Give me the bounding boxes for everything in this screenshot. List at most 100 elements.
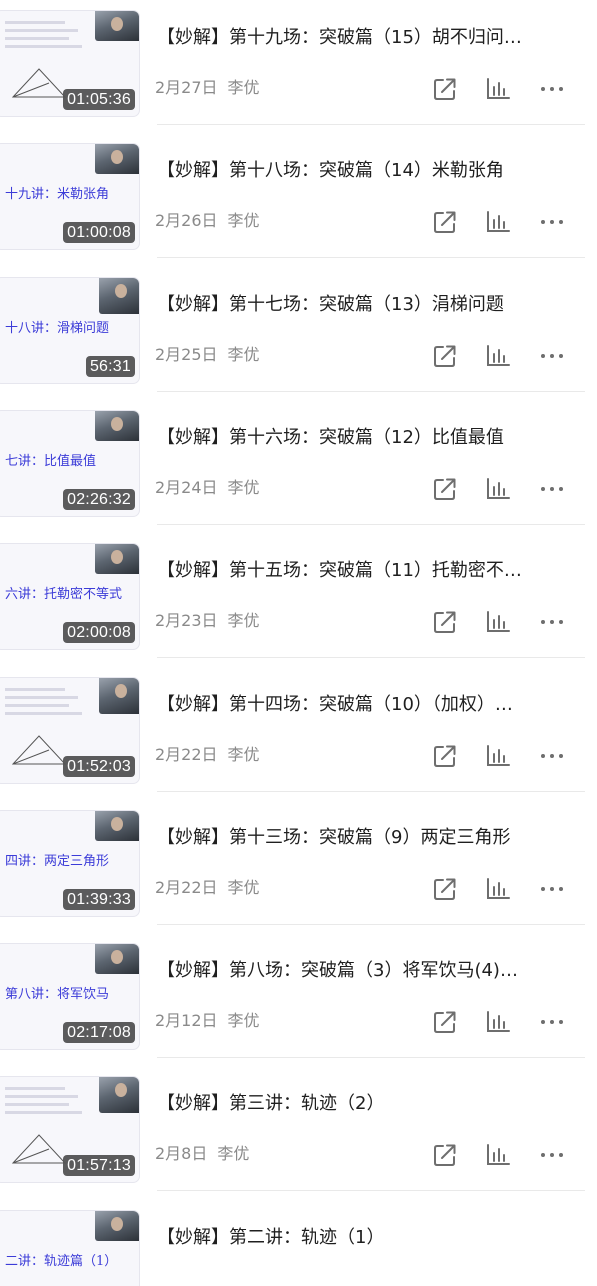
share-external-icon bbox=[434, 1144, 456, 1167]
stats-button[interactable] bbox=[485, 1009, 511, 1035]
video-item[interactable]: 七讲：比值最值 02:26:32 【妙解】第十六场：突破篇（12）比值最值 2月… bbox=[0, 392, 597, 525]
stats-button[interactable] bbox=[485, 76, 511, 102]
more-button[interactable] bbox=[539, 1009, 565, 1035]
video-thumbnail[interactable]: 01:05:36 bbox=[0, 10, 140, 117]
video-item[interactable]: 四讲：两定三角形 01:39:33 【妙解】第十三场：突破篇（9）两定三角形 2… bbox=[0, 792, 597, 925]
bar-chart-icon bbox=[487, 1011, 510, 1033]
author-name: 李优 bbox=[227, 211, 260, 231]
share-button[interactable] bbox=[432, 1009, 458, 1035]
more-button[interactable] bbox=[539, 1142, 565, 1168]
bar-chart-icon bbox=[487, 1144, 510, 1166]
share-button[interactable] bbox=[432, 343, 458, 369]
video-meta: 2月25日 李优 bbox=[155, 344, 260, 366]
video-meta: 2月24日 李优 bbox=[155, 477, 260, 499]
more-dots-icon bbox=[541, 353, 563, 358]
more-button[interactable] bbox=[539, 743, 565, 769]
share-button[interactable] bbox=[432, 209, 458, 235]
bar-chart-icon bbox=[487, 78, 510, 99]
video-item[interactable]: 二讲：轨迹篇（1） 【妙解】第二讲：轨迹（1） bbox=[0, 1192, 597, 1286]
share-external-icon bbox=[434, 211, 456, 234]
upload-date: 2月26日 bbox=[155, 211, 218, 231]
duration-badge: 56:31 bbox=[85, 355, 135, 377]
video-item[interactable]: 01:57:13 【妙解】第三讲：轨迹（2） 2月8日 李优 bbox=[0, 1058, 597, 1192]
video-meta: 2月12日 李优 bbox=[155, 1010, 260, 1032]
share-button[interactable] bbox=[432, 476, 458, 502]
more-button[interactable] bbox=[539, 476, 565, 502]
more-dots-icon bbox=[541, 220, 563, 225]
share-button[interactable] bbox=[432, 743, 458, 769]
geometry-diagram-icon bbox=[11, 734, 67, 764]
video-thumbnail[interactable]: 六讲：托勒密不等式 02:00:08 bbox=[0, 543, 140, 651]
more-button[interactable] bbox=[539, 209, 565, 235]
more-button[interactable] bbox=[539, 876, 565, 902]
share-button[interactable] bbox=[432, 1142, 458, 1168]
more-button[interactable] bbox=[539, 76, 565, 102]
video-meta: 2月26日 李优 bbox=[155, 210, 260, 232]
share-button[interactable] bbox=[432, 876, 458, 902]
upload-date: 2月24日 bbox=[155, 477, 218, 497]
video-item[interactable]: 01:52:03 【妙解】第十四场：突破篇（10）（加权）… 2月22日 李优 bbox=[0, 659, 597, 792]
more-button[interactable] bbox=[539, 343, 565, 369]
stats-button[interactable] bbox=[485, 476, 511, 502]
upload-date: 2月25日 bbox=[155, 344, 218, 364]
video-list: 01:05:36 【妙解】第十九场：突破篇（15）胡不归问… 2月27日李优 bbox=[0, 0, 597, 1286]
video-thumbnail[interactable]: 二讲：轨迹篇（1） bbox=[0, 1209, 140, 1286]
video-title[interactable]: 【妙解】第十九场：突破篇（15）胡不归问… bbox=[157, 25, 577, 51]
upload-date: 2月27日 bbox=[155, 78, 218, 97]
presenter-camera-inset bbox=[95, 544, 139, 575]
more-dots-icon bbox=[541, 620, 563, 625]
video-item[interactable]: 十九讲：米勒张角 01:00:08 【妙解】第十八场：突破篇（14）米勒张角 2… bbox=[0, 125, 597, 259]
video-thumbnail[interactable]: 十八讲：滑梯问题 56:31 bbox=[0, 276, 140, 384]
thumbnail-slide-text: 六讲：托勒密不等式 bbox=[5, 587, 123, 603]
video-title[interactable]: 【妙解】第二讲：轨迹（1） bbox=[157, 1225, 577, 1251]
video-title[interactable]: 【妙解】第十四场：突破篇（10）（加权）… bbox=[157, 692, 577, 718]
stats-button[interactable] bbox=[485, 343, 511, 369]
video-thumbnail[interactable]: 七讲：比值最值 02:26:32 bbox=[0, 409, 140, 517]
video-meta: 2月8日 李优 bbox=[155, 1143, 249, 1165]
stats-button[interactable] bbox=[485, 209, 511, 235]
more-button[interactable] bbox=[539, 609, 565, 635]
geometry-diagram-icon bbox=[11, 68, 67, 98]
video-item[interactable]: 第八讲：将军饮马 02:17:08 【妙解】第八场：突破篇（3）将军饮马(4)…… bbox=[0, 925, 597, 1059]
video-thumbnail[interactable]: 四讲：两定三角形 01:39:33 bbox=[0, 809, 140, 917]
video-title[interactable]: 【妙解】第十三场：突破篇（9）两定三角形 bbox=[157, 825, 577, 851]
bar-chart-icon bbox=[487, 477, 510, 499]
share-external-icon bbox=[434, 878, 456, 900]
stats-button[interactable] bbox=[485, 609, 511, 635]
thumbnail-slide-text: 第八讲：将军饮马 bbox=[5, 987, 110, 1003]
thumbnail-slide-lines bbox=[5, 1087, 87, 1119]
bar-chart-icon bbox=[487, 611, 510, 633]
stats-button[interactable] bbox=[485, 876, 511, 902]
video-title[interactable]: 【妙解】第三讲：轨迹（2） bbox=[157, 1091, 577, 1117]
video-thumbnail[interactable]: 十九讲：米勒张角 01:00:08 bbox=[0, 143, 140, 251]
video-title[interactable]: 【妙解】第十六场：突破篇（12）比值最值 bbox=[157, 425, 577, 451]
video-item[interactable]: 六讲：托勒密不等式 02:00:08 【妙解】第十五场：突破篇（11）托勒密不…… bbox=[0, 525, 597, 659]
share-button[interactable] bbox=[432, 609, 458, 635]
share-button[interactable] bbox=[432, 76, 458, 102]
author-name: 李优 bbox=[227, 744, 260, 764]
presenter-camera-inset bbox=[99, 677, 139, 714]
presenter-camera-inset bbox=[95, 944, 139, 975]
upload-date: 2月23日 bbox=[155, 611, 218, 631]
thumbnail-slide-lines bbox=[5, 687, 87, 720]
bar-chart-icon bbox=[487, 877, 510, 899]
video-title[interactable]: 【妙解】第十八场：突破篇（14）米勒张角 bbox=[157, 158, 577, 184]
video-title[interactable]: 【妙解】第十五场：突破篇（11）托勒密不… bbox=[157, 558, 577, 584]
more-dots-icon bbox=[541, 753, 563, 758]
video-meta: 2月23日 李优 bbox=[155, 610, 260, 632]
video-title[interactable]: 【妙解】第十七场：突破篇（13）涓梯问题 bbox=[157, 292, 577, 318]
stats-button[interactable] bbox=[485, 743, 511, 769]
video-thumbnail[interactable]: 01:52:03 bbox=[0, 676, 140, 784]
video-item[interactable]: 01:05:36 【妙解】第十九场：突破篇（15）胡不归问… 2月27日 李优 bbox=[0, 0, 597, 125]
presenter-camera-inset bbox=[99, 1077, 139, 1114]
duration-badge: 02:17:08 bbox=[63, 1022, 135, 1044]
video-thumbnail[interactable]: 第八讲：将军饮马 02:17:08 bbox=[0, 943, 140, 1051]
thumbnail-slide-text: 七讲：比值最值 bbox=[5, 453, 97, 469]
video-item[interactable]: 十八讲：滑梯问题 56:31 【妙解】第十七场：突破篇（13）涓梯问题 2月25… bbox=[0, 259, 597, 392]
presenter-camera-inset bbox=[99, 277, 139, 314]
share-external-icon bbox=[434, 745, 456, 767]
geometry-diagram-icon bbox=[11, 1134, 67, 1164]
video-title[interactable]: 【妙解】第八场：突破篇（3）将军饮马(4)… bbox=[157, 958, 577, 984]
video-thumbnail[interactable]: 01:57:13 bbox=[0, 1076, 140, 1184]
stats-button[interactable] bbox=[485, 1142, 511, 1168]
